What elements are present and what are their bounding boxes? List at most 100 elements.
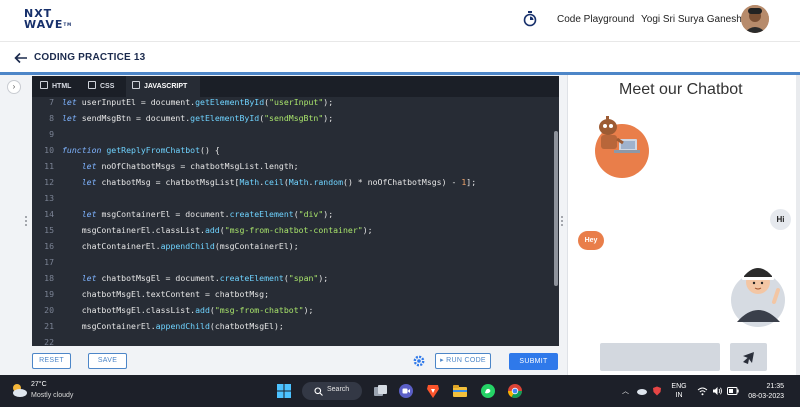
code-text[interactable]: msgContainerEl.classList.add("msg-from-c… bbox=[62, 222, 373, 238]
line-number: 19 bbox=[44, 289, 54, 299]
boy-illustration bbox=[731, 268, 785, 327]
code-text[interactable]: let userInputEl = document.getElementByI… bbox=[62, 94, 333, 110]
code-line[interactable]: 12 let chatbotMsg = chatbotMsgList[Math.… bbox=[32, 174, 552, 190]
code-editor[interactable]: HTML CSS JAVASCRIPT 7 let userInputEl = d… bbox=[32, 76, 559, 346]
bot-message-bubble: Hey bbox=[578, 231, 604, 250]
avatar-photo bbox=[741, 5, 769, 33]
gear-icon[interactable] bbox=[413, 355, 425, 367]
js-file-icon bbox=[132, 81, 140, 89]
code-line[interactable]: 9 bbox=[32, 126, 552, 142]
weather-temperature[interactable]: 27°C bbox=[31, 381, 47, 388]
code-line[interactable]: 22 bbox=[32, 334, 552, 346]
page-title: CODING PRACTICE 13 bbox=[34, 52, 146, 63]
code-line[interactable]: 7 let userInputEl = document.getElementBy… bbox=[32, 94, 552, 110]
chrome-icon[interactable] bbox=[507, 383, 523, 399]
code-line[interactable]: 10 function getReplyFromChatbot() { bbox=[32, 142, 552, 158]
line-number: 16 bbox=[44, 241, 54, 251]
stopwatch-icon[interactable] bbox=[523, 11, 537, 27]
tray-overflow-chevron-icon[interactable]: ︿ bbox=[622, 387, 629, 396]
code-playground-link[interactable]: Code Playground bbox=[557, 14, 634, 25]
line-number: 9 bbox=[49, 129, 54, 139]
onedrive-cloud-icon[interactable] bbox=[636, 387, 647, 395]
run-code-button[interactable]: ▸ RUN CODE bbox=[435, 353, 491, 369]
code-line[interactable]: 14 let msgContainerEl = document.createE… bbox=[32, 206, 552, 222]
windows-start-icon[interactable] bbox=[276, 383, 292, 399]
search-icon bbox=[314, 387, 323, 396]
code-text[interactable]: msgContainerEl.appendChild(chatbotMsgEl)… bbox=[62, 318, 284, 334]
volume-icon[interactable] bbox=[712, 386, 723, 396]
user-message-bubble: Hi bbox=[770, 209, 791, 230]
brave-browser-icon[interactable] bbox=[425, 383, 441, 399]
top-nav: NXT WAVETM Code Playground Yogi Sri Sury… bbox=[0, 0, 800, 42]
code-text[interactable]: function getReplyFromChatbot() { bbox=[62, 142, 220, 158]
panel-splitter[interactable] bbox=[559, 75, 567, 375]
code-line[interactable]: 19 chatbotMsgEl.textContent = chatbotMsg… bbox=[32, 286, 552, 302]
collapse-sidebar-button[interactable]: › bbox=[7, 80, 21, 94]
splitter-grip-dot bbox=[561, 216, 563, 218]
taskbar-search[interactable]: Search bbox=[302, 382, 362, 400]
left-grip bbox=[25, 216, 27, 226]
task-view-icon[interactable] bbox=[372, 383, 388, 399]
code-text[interactable]: let noOfChatbotMsgs = chatbotMsgList.len… bbox=[62, 158, 299, 174]
avatar[interactable] bbox=[741, 5, 769, 33]
code-lines[interactable]: 7 let userInputEl = document.getElementBy… bbox=[32, 97, 552, 346]
line-number: 21 bbox=[44, 321, 54, 331]
code-text[interactable]: let chatbotMsgEl = document.createElemen… bbox=[62, 270, 329, 286]
code-text[interactable]: let msgContainerEl = document.createElem… bbox=[62, 206, 333, 222]
windows-taskbar: 27°C Mostly cloudy Search ︿ ENG IN 21:35… bbox=[0, 375, 800, 407]
line-number: 17 bbox=[44, 257, 54, 267]
line-number: 14 bbox=[44, 209, 54, 219]
code-line[interactable]: 15 msgContainerEl.classList.add("msg-fro… bbox=[32, 222, 552, 238]
line-number: 18 bbox=[44, 273, 54, 283]
weather-description[interactable]: Mostly cloudy bbox=[31, 392, 73, 399]
language-indicator[interactable]: ENG IN bbox=[669, 382, 689, 400]
code-line[interactable]: 20 chatbotMsgEl.classList.add("msg-from-… bbox=[32, 302, 552, 318]
editor-scrollbar[interactable] bbox=[554, 131, 558, 286]
whatsapp-icon[interactable] bbox=[480, 383, 496, 399]
meet-chat-icon[interactable] bbox=[398, 383, 414, 399]
send-message-button[interactable] bbox=[730, 343, 767, 371]
reset-button[interactable]: RESET bbox=[32, 353, 71, 369]
line-number: 22 bbox=[44, 337, 54, 346]
security-shield-icon[interactable] bbox=[652, 386, 662, 396]
file-explorer-icon[interactable] bbox=[452, 383, 468, 399]
code-line[interactable]: 21 msgContainerEl.appendChild(chatbotMsg… bbox=[32, 318, 552, 334]
splitter-grip-dot bbox=[561, 224, 563, 226]
code-line[interactable]: 17 bbox=[32, 254, 552, 270]
system-clock[interactable]: 21:35 08-03-2023 bbox=[744, 382, 784, 402]
code-line[interactable]: 13 bbox=[32, 190, 552, 206]
paper-plane-icon bbox=[743, 352, 754, 364]
css-file-icon bbox=[88, 81, 96, 89]
output-preview: Meet our Chatbot Hi Hey bbox=[567, 75, 800, 375]
weather-cloud-icon[interactable] bbox=[10, 382, 28, 398]
code-line[interactable]: 16 chatContainerEl.appendChild(msgContai… bbox=[32, 238, 552, 254]
html-file-icon bbox=[40, 81, 48, 89]
code-text[interactable]: chatbotMsgEl.classList.add("msg-from-cha… bbox=[62, 302, 314, 318]
page-root: NXT WAVETM Code Playground Yogi Sri Sury… bbox=[0, 0, 800, 407]
code-text[interactable]: chatContainerEl.appendChild(msgContainer… bbox=[62, 238, 299, 254]
line-number: 12 bbox=[44, 177, 54, 187]
line-number: 11 bbox=[44, 161, 54, 171]
code-line[interactable]: 8 let sendMsgBtn = document.getElementByI… bbox=[32, 110, 552, 126]
line-number: 10 bbox=[44, 145, 54, 155]
code-text[interactable]: let chatbotMsg = chatbotMsgList[Math.cei… bbox=[62, 174, 476, 190]
save-button[interactable]: SAVE bbox=[88, 353, 127, 369]
nxtwave-logo[interactable]: NXT WAVETM bbox=[24, 8, 74, 32]
submit-button[interactable]: SUBMIT bbox=[509, 353, 558, 370]
editor-controls: RESET SAVE ▸ RUN CODE SUBMIT bbox=[32, 352, 559, 372]
code-text[interactable]: chatbotMsgEl.textContent = chatbotMsg; bbox=[62, 286, 269, 302]
line-number: 13 bbox=[44, 193, 54, 203]
code-line[interactable]: 11 let noOfChatbotMsgs = chatbotMsgList.… bbox=[32, 158, 552, 174]
battery-icon[interactable] bbox=[727, 387, 739, 395]
chat-message-input[interactable] bbox=[600, 343, 720, 371]
code-line[interactable]: 18 let chatbotMsgEl = document.createEle… bbox=[32, 270, 552, 286]
wifi-icon[interactable] bbox=[697, 386, 708, 396]
back-arrow-icon[interactable] bbox=[14, 52, 28, 64]
practice-header: CODING PRACTICE 13 bbox=[0, 43, 800, 73]
robot-illustration bbox=[595, 116, 649, 178]
line-number: 8 bbox=[49, 113, 54, 123]
chatbot-heading: Meet our Chatbot bbox=[619, 81, 743, 98]
line-number: 20 bbox=[44, 305, 54, 315]
splitter-grip-dot bbox=[561, 220, 563, 222]
code-text[interactable]: let sendMsgBtn = document.getElementById… bbox=[62, 110, 333, 126]
